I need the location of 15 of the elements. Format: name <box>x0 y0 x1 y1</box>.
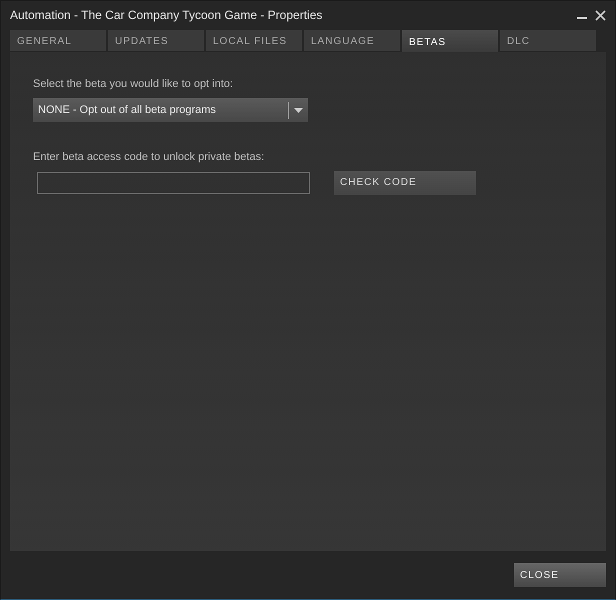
close-icon[interactable] <box>595 10 606 21</box>
tab[interactable]: LANGUAGE <box>304 30 400 51</box>
close-button[interactable]: CLOSE <box>514 563 606 587</box>
tab[interactable]: UPDATES <box>108 30 204 51</box>
tab[interactable]: BETAS <box>402 30 498 52</box>
window-title: Automation - The Car Company Tycoon Game - Properties <box>10 7 322 24</box>
access-code-field[interactable] <box>37 172 310 194</box>
caret-icon <box>294 108 303 113</box>
check-code-button[interactable]: CHECK CODE <box>334 170 476 195</box>
tab[interactable]: DLC <box>500 30 596 51</box>
tab[interactable]: LOCAL FILES <box>206 30 302 51</box>
field-label: Select the beta you would like to opt into: <box>33 76 234 92</box>
tab[interactable]: GENERAL <box>10 30 106 51</box>
beta-dropdown[interactable]: NONE - Opt out of all beta programs <box>33 98 308 122</box>
field-label: Enter beta access code to unlock private betas: <box>33 150 266 166</box>
